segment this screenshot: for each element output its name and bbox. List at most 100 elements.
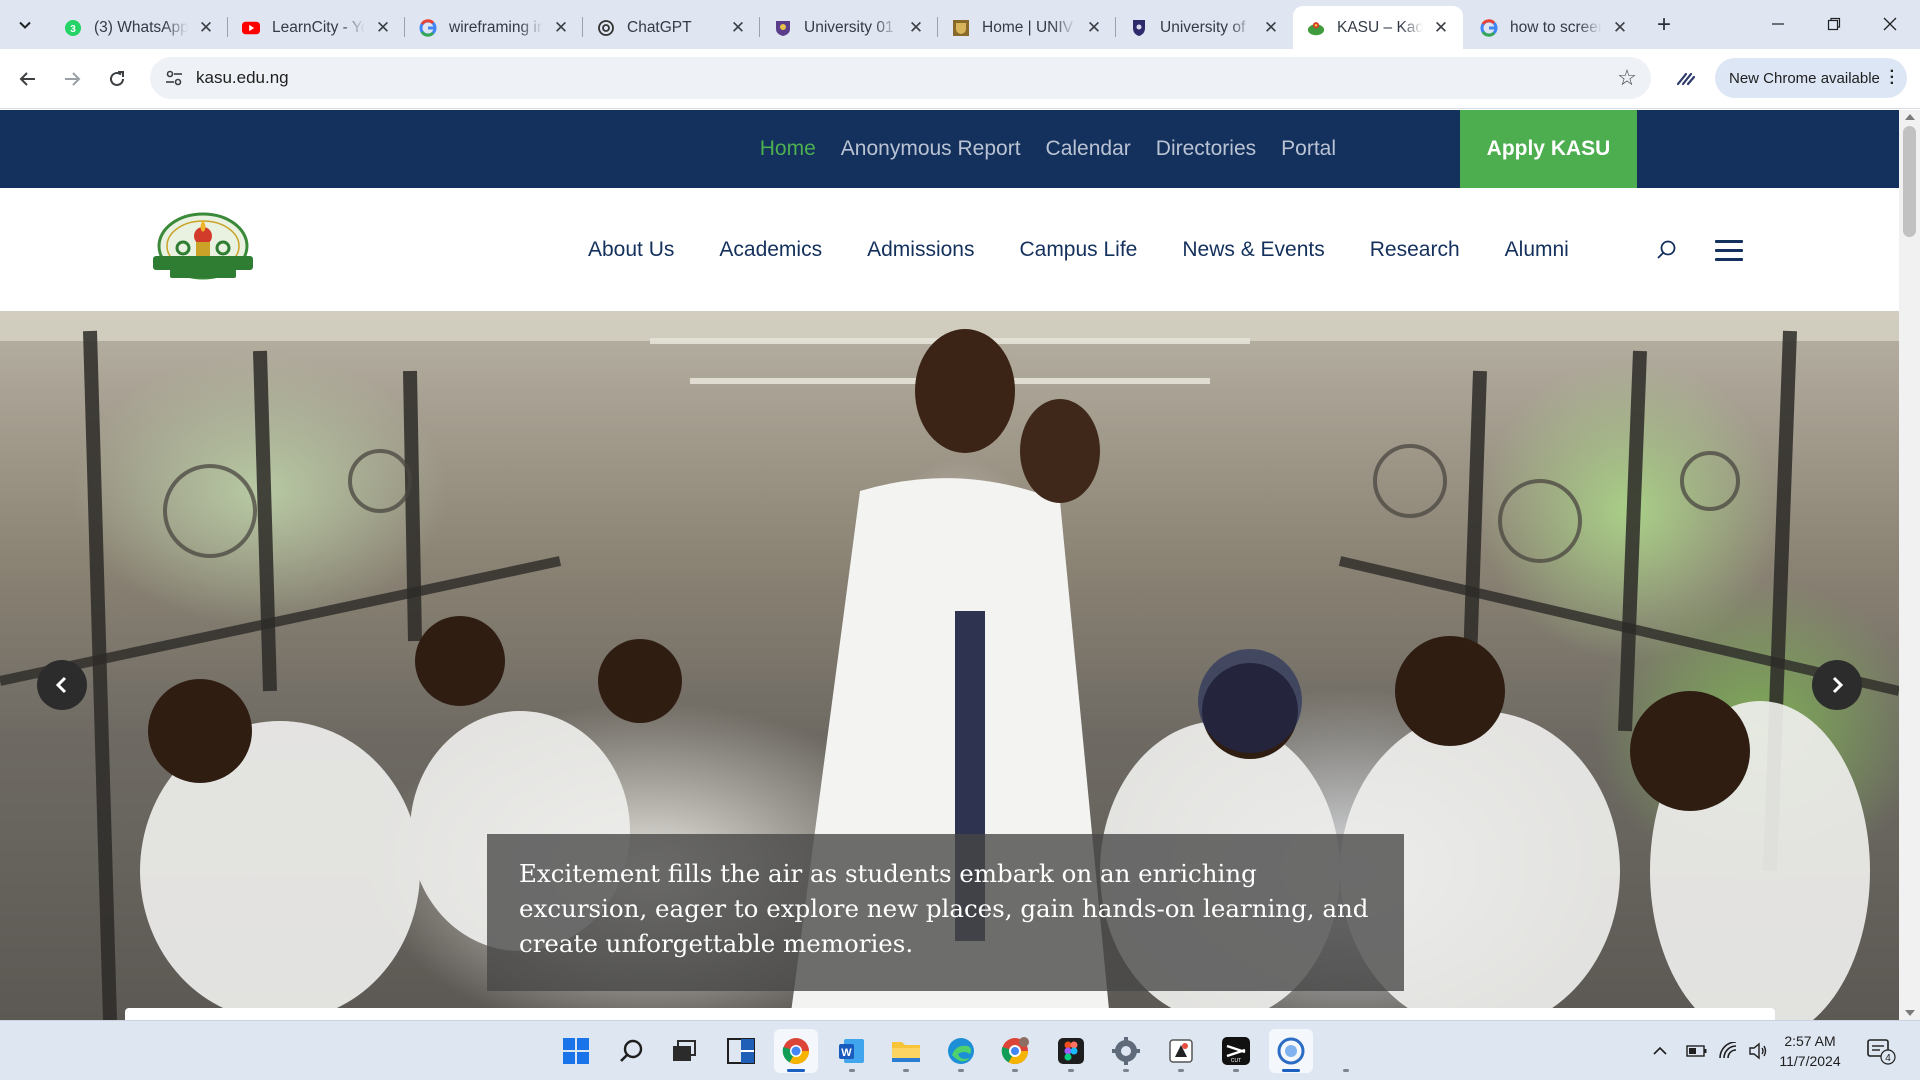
more-vert-icon[interactable]: · · · [1890,64,1895,92]
main-header: About Us Academics Admissions Campus Lif… [0,188,1899,311]
taskbar-settings[interactable] [1104,1029,1148,1073]
browser-tab-active[interactable]: KASU – Kaduna ✕ [1293,6,1463,49]
taskbar-capcut[interactable]: CUT [1214,1029,1258,1073]
site-settings-icon[interactable] [164,68,184,88]
menu-news-events[interactable]: News & Events [1182,238,1324,262]
running-indicator [1012,1069,1018,1072]
bookmark-star-icon[interactable]: ☆ [1615,66,1639,90]
figma-icon [1058,1038,1084,1064]
chevron-up-icon[interactable] [1652,1046,1668,1056]
menu-academics[interactable]: Academics [719,238,822,262]
university-logo[interactable] [150,206,256,282]
utility-link-portal[interactable]: Portal [1281,137,1336,161]
youtube-icon [242,19,260,37]
browser-tab[interactable]: LearnCity - YouTube ✕ [228,6,405,49]
running-indicator [903,1069,909,1072]
close-tab-icon[interactable]: ✕ [1261,18,1281,38]
task-view-button[interactable] [662,1029,706,1073]
battery-icon[interactable] [1686,1044,1708,1058]
system-tray [1652,1021,1768,1080]
close-tab-icon[interactable]: ✕ [1431,18,1451,38]
reload-button[interactable] [101,63,133,95]
wifi-icon[interactable] [1718,1042,1740,1060]
taskbar-app[interactable] [1269,1029,1313,1073]
apply-button[interactable]: Apply KASU [1460,110,1637,188]
close-window-button[interactable] [1870,8,1910,40]
taskbar-figma[interactable] [1049,1029,1093,1073]
new-tab-button[interactable]: + [1651,11,1677,38]
browser-tab[interactable]: wireframing in ✕ [405,6,583,49]
content-card-edge [125,1008,1775,1020]
forward-button[interactable] [56,63,88,95]
taskbar-chrome-profile[interactable] [993,1029,1037,1073]
url-text[interactable]: kasu.edu.ng [196,68,289,88]
svg-text:W: W [841,1047,852,1059]
utility-nav: Home Anonymous Report Calendar Directori… [760,110,1336,188]
slider-next-button[interactable] [1812,660,1862,710]
menu-campus-life[interactable]: Campus Life [1019,238,1137,262]
page-scrollbar[interactable] [1899,110,1920,1020]
address-bar[interactable]: kasu.edu.ng ☆ [150,57,1651,99]
menu-about-us[interactable]: About Us [588,238,674,262]
search-icon [620,1039,643,1062]
utility-link-calendar[interactable]: Calendar [1046,137,1131,161]
taskbar-paint[interactable] [1159,1029,1203,1073]
volume-icon[interactable] [1748,1042,1768,1060]
browser-tab[interactable]: University of ✕ [1116,6,1293,49]
browser-tab[interactable]: ChatGPT ✕ [583,6,760,49]
capcut-icon: CUT [1222,1037,1250,1065]
close-tab-icon[interactable]: ✕ [1084,18,1104,38]
running-indicator [1233,1069,1239,1072]
utility-link-home[interactable]: Home [760,137,816,161]
update-label: New Chrome available [1729,69,1880,87]
taskbar-chrome[interactable] [774,1029,818,1073]
menu-alumni[interactable]: Alumni [1505,238,1569,262]
close-tab-icon[interactable]: ✕ [906,18,926,38]
close-tab-icon[interactable]: ✕ [196,18,216,38]
menu-admissions[interactable]: Admissions [867,238,974,262]
system-clock[interactable]: 2:57 AM 11/7/2024 [1774,1031,1846,1071]
extension-button[interactable] [1671,64,1701,94]
close-tab-icon[interactable]: ✕ [1610,18,1630,38]
browser-tab[interactable]: Home | UNIV ✕ [938,6,1116,49]
tab-title: KASU – Kaduna [1337,18,1423,36]
taskbar-file-explorer[interactable] [884,1029,928,1073]
close-tab-icon[interactable]: ✕ [551,18,571,38]
hamburger-menu-icon[interactable] [1715,240,1743,262]
slider-prev-button[interactable] [37,660,87,710]
taskbar-overflow[interactable] [1324,1029,1368,1073]
scrollbar-thumb[interactable] [1903,126,1916,237]
scroll-up-arrow-icon[interactable] [1905,114,1915,120]
chevron-right-icon [1832,676,1844,694]
browser-tab[interactable]: University 01 ✕ [760,6,938,49]
clock-date: 11/7/2024 [1779,1053,1841,1069]
clock-time: 2:57 AM [1784,1033,1836,1049]
chrome-update-button[interactable]: New Chrome available · · · [1715,58,1907,98]
taskbar-search-button[interactable] [610,1029,654,1073]
widgets-icon [727,1038,755,1064]
minimize-button[interactable] [1758,8,1798,40]
close-tab-icon[interactable]: ✕ [728,18,748,38]
extension-icon [1676,72,1696,86]
utility-link-directories[interactable]: Directories [1156,137,1256,161]
tab-title: University 01 [804,18,894,36]
tab-title: wireframing in [449,18,543,36]
close-tab-icon[interactable]: ✕ [373,18,393,38]
restore-button[interactable] [1814,8,1854,40]
tab-search-button[interactable] [12,12,38,38]
taskbar-edge[interactable] [939,1029,983,1073]
taskbar-word[interactable]: W [830,1029,874,1073]
tab-title: University of [1160,18,1246,36]
search-icon[interactable] [1655,238,1679,262]
back-button[interactable] [12,63,44,95]
scroll-down-arrow-icon[interactable] [1905,1010,1915,1016]
utility-link-anonymous-report[interactable]: Anonymous Report [841,137,1021,161]
notification-icon[interactable]: 4 [1866,1037,1896,1065]
running-indicator [1343,1069,1349,1072]
start-button[interactable] [554,1029,598,1073]
menu-research[interactable]: Research [1370,238,1460,262]
chrome-profile-icon [1001,1037,1029,1065]
browser-tab[interactable]: how to screen ✕ [1466,6,1642,49]
widgets-button[interactable] [719,1029,763,1073]
browser-tab[interactable]: 3 (3) WhatsApp ✕ [50,6,228,49]
